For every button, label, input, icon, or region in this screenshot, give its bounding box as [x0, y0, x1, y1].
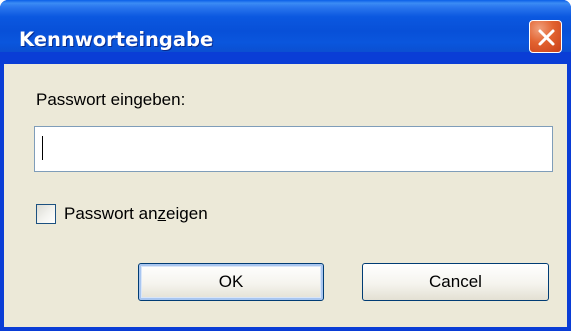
- window-title: Kennworteingabe: [19, 28, 214, 51]
- close-icon: [538, 29, 555, 46]
- dialog-window: Kennworteingabe Passwort eingeben: Passw…: [0, 0, 571, 331]
- ok-button[interactable]: OK: [138, 263, 324, 301]
- show-password-accelerator: z: [157, 204, 167, 223]
- show-password-label[interactable]: Passwort anzeigen: [64, 204, 208, 224]
- title-bar[interactable]: Kennworteingabe: [0, 0, 571, 53]
- cancel-button[interactable]: Cancel: [362, 263, 549, 301]
- password-input[interactable]: [34, 126, 553, 172]
- password-prompt-label: Passwort eingeben:: [36, 90, 186, 109]
- close-button[interactable]: [529, 20, 562, 53]
- show-password-checkbox[interactable]: [36, 204, 56, 224]
- text-caret: [42, 136, 43, 160]
- dialog-client-area: Passwort eingeben: Passwort anzeigen OK …: [4, 64, 567, 327]
